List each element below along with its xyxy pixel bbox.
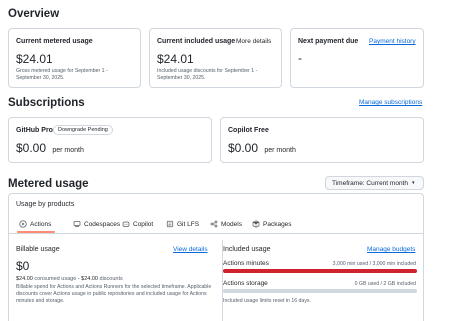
tab-label: Packages: [263, 220, 292, 228]
price-period: per month: [264, 147, 296, 154]
reset-note: Included usage limits reset in 16 days.: [223, 298, 311, 304]
tab-label: Actions: [30, 220, 52, 228]
included-usage-title: Included usage: [223, 246, 271, 253]
overview-heading: Overview: [8, 8, 60, 20]
billable-amount: $0: [16, 259, 30, 273]
actions-minutes-bar-fill: [223, 269, 417, 273]
tab-actions[interactable]: Actions: [19, 220, 51, 228]
view-details-link[interactable]: View details: [173, 246, 208, 253]
tab-label: Codespaces: [84, 220, 121, 228]
tab-copilot[interactable]: Copilot: [122, 220, 153, 228]
current-included-amount: $24.01: [157, 52, 194, 66]
actions-minutes-bar: [223, 269, 417, 273]
timeframe-label: Timeframe: Current month: [332, 179, 408, 187]
next-payment-card: Next payment due Payment history -: [290, 28, 424, 88]
billable-usage-title: Billable usage: [16, 246, 60, 253]
actions-storage-label: Actions storage: [223, 280, 268, 287]
codespaces-icon: [73, 221, 81, 227]
current-metered-title: Current metered usage: [16, 38, 93, 45]
actions-storage-bar: [223, 289, 417, 293]
actions-minutes-label: Actions minutes: [223, 260, 269, 267]
price-period: per month: [52, 147, 84, 154]
chevron-down-icon: ▾: [411, 180, 415, 186]
discounts-label: discounts: [99, 276, 123, 282]
billable-note: Billable spend for Actions and Actions R…: [16, 284, 212, 304]
current-metered-note: Gross metered usage for September 1 - Se…: [16, 68, 108, 81]
current-metered-amount: $24.01: [16, 52, 53, 66]
tab-codespaces[interactable]: Codespaces: [73, 220, 120, 228]
tab-label: Git LFS: [177, 220, 200, 228]
minus-sign: -: [77, 276, 80, 282]
subscription-price: $0.00 per month: [228, 141, 296, 155]
usage-by-products-title: Usage by products: [16, 201, 75, 208]
billable-breakdown: $24.00 consumed usage - $24.00 discounts: [16, 276, 123, 282]
tab-packages[interactable]: Packages: [252, 220, 292, 228]
next-payment-title: Next payment due: [298, 38, 359, 45]
subscription-name: Copilot Free: [228, 127, 269, 134]
more-details-link[interactable]: More details: [236, 38, 271, 45]
price-value: $0.00: [228, 141, 259, 155]
current-included-note: Included usage discounts for September 1…: [157, 68, 258, 81]
git-lfs-icon: [166, 220, 174, 228]
manage-budgets-link[interactable]: Manage budgets: [367, 246, 415, 253]
active-tab-indicator: [17, 231, 55, 233]
metered-usage-heading: Metered usage: [8, 178, 89, 190]
subscription-price: $0.00 per month: [16, 141, 84, 155]
timeframe-dropdown[interactable]: Timeframe: Current month ▾: [325, 176, 424, 190]
copilot-icon: [122, 221, 130, 227]
subscription-name: GitHub Pro: [16, 127, 53, 134]
downgrade-pending-badge: Downgrade Pending: [53, 125, 113, 135]
tab-label: Copilot: [133, 220, 154, 228]
payment-history-link[interactable]: Payment history: [369, 38, 416, 45]
current-included-title: Current included usage: [157, 38, 236, 45]
price-value: $0.00: [16, 141, 47, 155]
subscriptions-heading: Subscriptions: [8, 97, 85, 109]
consumed-value: $24.00: [16, 276, 33, 282]
tab-models[interactable]: Models: [210, 220, 242, 228]
current-included-card: Current included usage More details $24.…: [149, 28, 282, 88]
play-icon: [19, 220, 27, 228]
tabs-divider: [9, 233, 423, 234]
tab-git-lfs[interactable]: Git LFS: [166, 220, 199, 228]
models-icon: [210, 220, 218, 228]
actions-storage-value: 0 GB used / 2 GB included: [354, 281, 416, 287]
current-metered-card: Current metered usage $24.01 Gross meter…: [8, 28, 141, 88]
actions-minutes-value: 3,000 min used / 3,000 min included: [332, 261, 416, 267]
discounts-value: $24.00: [81, 276, 98, 282]
manage-subscriptions-link[interactable]: Manage subscriptions: [359, 99, 422, 106]
subscription-card-copilot-free: Copilot Free $0.00 per month: [220, 117, 424, 163]
consumed-label: consumed usage: [34, 276, 77, 282]
usage-by-products-panel: Usage by products Actions Codespaces Cop…: [8, 193, 424, 321]
next-payment-amount: -: [298, 51, 302, 65]
tab-label: Models: [221, 220, 242, 228]
subscription-card-github-pro: GitHub Pro Downgrade Pending $0.00 per m…: [8, 117, 212, 163]
package-icon: [252, 220, 260, 228]
